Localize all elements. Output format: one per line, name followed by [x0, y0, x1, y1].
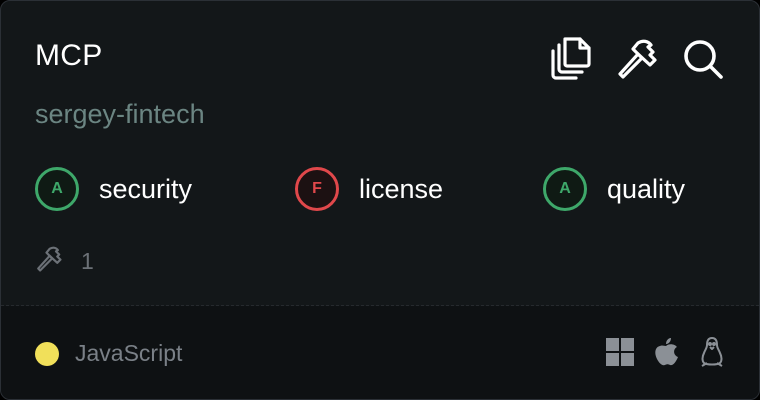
platform-icons [605, 336, 727, 368]
security-grade-badge: A [35, 167, 79, 211]
card-footer: JavaScript [1, 306, 759, 399]
security-grade-label: security [99, 173, 193, 204]
apple-icon [651, 336, 681, 368]
card-actions [549, 37, 725, 81]
quality-grade[interactable]: A quality [543, 165, 685, 213]
server-title[interactable]: MCP [35, 39, 103, 73]
tools-count-value: 1 [81, 248, 94, 274]
license-grade-label: license [359, 173, 444, 204]
license-grade-badge: F [295, 167, 339, 211]
language-indicator: JavaScript [35, 340, 182, 367]
tools-count: 1 [35, 245, 94, 278]
server-owner[interactable]: sergey-fintech [35, 99, 205, 130]
linux-icon [697, 336, 727, 368]
search-icon[interactable] [681, 37, 725, 81]
quality-grade-badge: A [543, 167, 587, 211]
quality-grade-label: quality [607, 173, 686, 204]
windows-icon [605, 336, 635, 368]
language-name: JavaScript [75, 340, 183, 366]
copy-icon[interactable] [549, 37, 593, 81]
hammer-icon[interactable] [615, 37, 659, 81]
security-grade[interactable]: A security [35, 165, 192, 213]
grades-row: A security F license A quality [35, 165, 735, 213]
license-grade[interactable]: F license [295, 165, 443, 213]
server-card[interactable]: MCP sergey-fintech A security F license … [0, 0, 760, 400]
language-color-dot [35, 341, 59, 366]
hammer-icon [35, 245, 63, 278]
